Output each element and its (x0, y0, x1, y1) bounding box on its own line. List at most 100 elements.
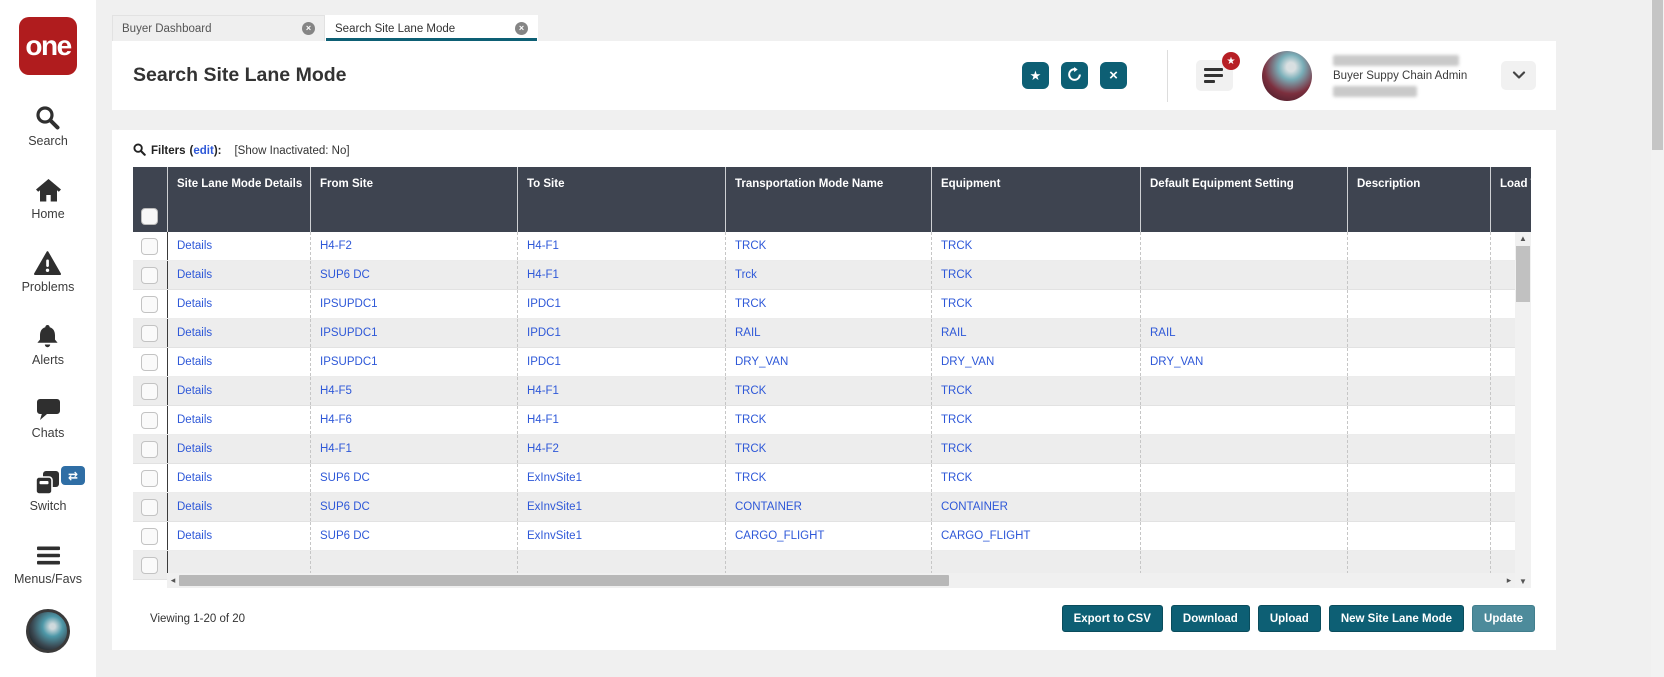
from-link[interactable]: SUP6 DC (320, 472, 370, 484)
equipment-link[interactable]: RAIL (941, 327, 967, 339)
row-checkbox[interactable] (141, 441, 158, 458)
sidebar-item-switch[interactable]: Switch ⇄ (30, 469, 67, 513)
from-link[interactable]: SUP6 DC (320, 269, 370, 281)
export-to-csv-button[interactable]: Export to CSV (1062, 605, 1163, 632)
from-link[interactable]: H4-F2 (320, 240, 352, 252)
row-checkbox[interactable] (141, 470, 158, 487)
column-header-default-equipment-setting[interactable]: Default Equipment Setting (1140, 167, 1347, 232)
details-link[interactable]: Details (177, 298, 212, 310)
column-header-equipment[interactable]: Equipment (931, 167, 1140, 232)
sidebar-item-menus-favs[interactable]: Menus/Favs (14, 542, 82, 586)
row-checkbox[interactable] (141, 557, 158, 574)
mode-link[interactable]: TRCK (735, 240, 766, 252)
details-link[interactable]: Details (177, 501, 212, 513)
details-link[interactable]: Details (177, 472, 212, 484)
details-link[interactable]: Details (177, 443, 212, 455)
sidebar-item-alerts[interactable]: Alerts (32, 323, 64, 367)
scroll-up-arrow-icon[interactable]: ▲ (1515, 234, 1531, 243)
tab-buyer-dashboard[interactable]: Buyer Dashboard × (112, 15, 325, 41)
from-link[interactable]: IPSUPDC1 (320, 327, 378, 339)
row-checkbox[interactable] (141, 354, 158, 371)
refresh-button[interactable] (1061, 62, 1088, 89)
row-checkbox[interactable] (141, 499, 158, 516)
mode-link[interactable]: RAIL (735, 327, 761, 339)
sidebar-item-chats[interactable]: Chats (32, 396, 65, 440)
equipment-link[interactable]: TRCK (941, 443, 972, 455)
scroll-left-arrow-icon[interactable]: ◂ (167, 575, 179, 586)
details-link[interactable]: Details (177, 356, 212, 368)
details-link[interactable]: Details (177, 240, 212, 252)
equipment-link[interactable]: TRCK (941, 414, 972, 426)
from-link[interactable]: SUP6 DC (320, 501, 370, 513)
to-link[interactable]: ExInvSite1 (527, 472, 582, 484)
column-header-description[interactable]: Description (1347, 167, 1490, 232)
row-checkbox[interactable] (141, 267, 158, 284)
details-link[interactable]: Details (177, 530, 212, 542)
new-site-lane-mode-button[interactable]: New Site Lane Mode (1329, 605, 1464, 632)
mode-link[interactable]: CARGO_FLIGHT (735, 530, 824, 542)
table-vertical-scrollbar[interactable]: ▲ ▼ (1515, 232, 1531, 588)
equipment-link[interactable]: TRCK (941, 385, 972, 397)
close-tab-icon[interactable]: × (515, 22, 528, 35)
to-link[interactable]: H4-F1 (527, 385, 559, 397)
user-menu-dropdown[interactable] (1501, 61, 1536, 90)
to-link[interactable]: ExInvSite1 (527, 530, 582, 542)
mode-link[interactable]: CONTAINER (735, 501, 802, 513)
row-checkbox[interactable] (141, 296, 158, 313)
to-link[interactable]: H4-F1 (527, 269, 559, 281)
sidebar-avatar[interactable] (26, 609, 70, 653)
row-checkbox[interactable] (141, 325, 158, 342)
to-link[interactable]: H4-F2 (527, 443, 559, 455)
close-page-button[interactable]: × (1100, 62, 1127, 89)
vertical-scroll-thumb[interactable] (1516, 246, 1530, 302)
equipment-link[interactable]: TRCK (941, 269, 972, 281)
from-link[interactable]: IPSUPDC1 (320, 298, 378, 310)
equipment-link[interactable]: DRY_VAN (941, 356, 994, 368)
download-button[interactable]: Download (1171, 605, 1250, 632)
mode-link[interactable]: TRCK (735, 472, 766, 484)
equipment-link[interactable]: TRCK (941, 240, 972, 252)
tab-search-site-lane-mode[interactable]: Search Site Lane Mode × (325, 15, 538, 41)
to-link[interactable]: ExInvSite1 (527, 501, 582, 513)
user-avatar[interactable] (1262, 51, 1312, 101)
mode-link[interactable]: Trck (735, 269, 757, 281)
details-link[interactable]: Details (177, 385, 212, 397)
from-link[interactable]: H4-F5 (320, 385, 352, 397)
scroll-right-arrow-icon[interactable]: ▸ (1503, 575, 1515, 586)
sidebar-item-search[interactable]: Search (28, 104, 68, 148)
to-link[interactable]: IPDC1 (527, 356, 561, 368)
mode-link[interactable]: DRY_VAN (735, 356, 788, 368)
mode-link[interactable]: TRCK (735, 443, 766, 455)
mode-link[interactable]: TRCK (735, 385, 766, 397)
favorite-star-button[interactable]: ★ (1022, 62, 1049, 89)
to-link[interactable]: H4-F1 (527, 414, 559, 426)
row-checkbox[interactable] (141, 412, 158, 429)
from-link[interactable]: H4-F1 (320, 443, 352, 455)
filters-edit-link[interactable]: edit (193, 145, 213, 157)
equipment-link[interactable]: TRCK (941, 472, 972, 484)
upload-button[interactable]: Upload (1258, 605, 1321, 632)
scroll-down-arrow-icon[interactable]: ▼ (1515, 577, 1531, 586)
sidebar-item-problems[interactable]: Problems (22, 250, 75, 294)
row-checkbox[interactable] (141, 383, 158, 400)
row-checkbox[interactable] (141, 238, 158, 255)
row-checkbox[interactable] (141, 528, 158, 545)
details-link[interactable]: Details (177, 327, 212, 339)
close-tab-icon[interactable]: × (302, 22, 315, 35)
default-equipment-link[interactable]: RAIL (1150, 327, 1176, 339)
equipment-link[interactable]: CARGO_FLIGHT (941, 530, 1030, 542)
one-logo[interactable]: one (19, 17, 77, 75)
notifications-menu-button[interactable]: ★ (1196, 60, 1233, 91)
column-header-to-site[interactable]: To Site (517, 167, 725, 232)
to-link[interactable]: H4-F1 (527, 240, 559, 252)
default-equipment-link[interactable]: DRY_VAN (1150, 356, 1203, 368)
mode-link[interactable]: TRCK (735, 414, 766, 426)
browser-scroll-thumb[interactable] (1652, 0, 1663, 150)
equipment-link[interactable]: CONTAINER (941, 501, 1008, 513)
horizontal-scroll-thumb[interactable] (179, 575, 949, 586)
column-header-load-ty[interactable]: Load Ty (1490, 167, 1531, 232)
select-all-checkbox[interactable] (141, 208, 158, 225)
equipment-link[interactable]: TRCK (941, 298, 972, 310)
from-link[interactable]: IPSUPDC1 (320, 356, 378, 368)
to-link[interactable]: IPDC1 (527, 327, 561, 339)
